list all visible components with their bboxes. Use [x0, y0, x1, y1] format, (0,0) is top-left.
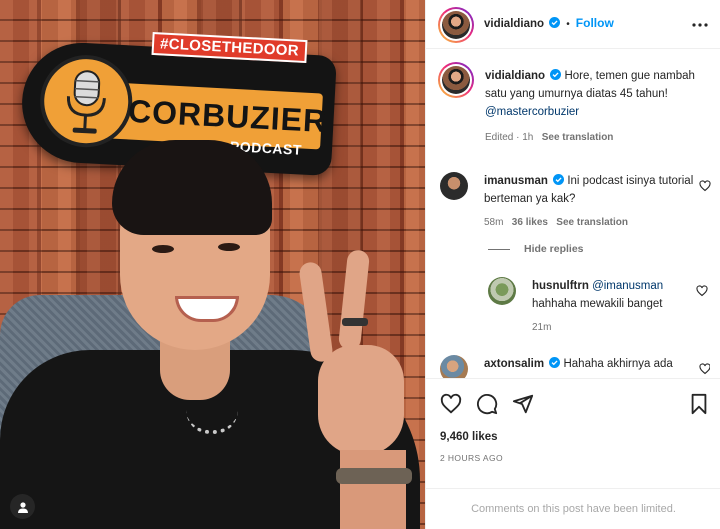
- comment-avatar[interactable]: [440, 172, 468, 200]
- heart-icon[interactable]: [440, 393, 462, 415]
- reply-mention[interactable]: @imanusman: [592, 280, 663, 292]
- comment-icon[interactable]: [476, 393, 498, 415]
- post-image[interactable]: #CLOSETHEDOOR CORBUZIER PODCAST: [0, 0, 425, 529]
- hide-replies-toggle[interactable]: Hide replies: [488, 243, 584, 255]
- microphone-icon: [66, 70, 106, 134]
- bracelet: [336, 468, 412, 484]
- user-tag-icon: [17, 501, 28, 513]
- heart-icon[interactable]: [696, 285, 708, 297]
- reply-body: husnulftrn @imanusman hahhaha mewakili b…: [532, 277, 697, 337]
- share-icon[interactable]: [512, 393, 534, 415]
- caption-username[interactable]: vidialdiano: [485, 70, 545, 82]
- comment-see-translation[interactable]: See translation: [556, 217, 628, 228]
- heart-icon[interactable]: [699, 363, 710, 375]
- comment-text: Hahaha akhirnya ada: [563, 358, 673, 370]
- middle-finger: [337, 249, 371, 351]
- header-user-row: vidialdiano • Follow: [484, 16, 614, 30]
- comment-item: axtonsalim Hahaha akhirnya ada: [440, 355, 710, 378]
- likes-count[interactable]: 9,460 likes: [440, 431, 498, 443]
- comments-limited-notice: Comments on this post have been limited.: [426, 488, 720, 529]
- post-header: vidialdiano • Follow: [426, 0, 720, 49]
- comment-meta: 58m 36 likes See translation: [484, 214, 694, 232]
- caption-see-translation[interactable]: See translation: [542, 132, 614, 143]
- header-username[interactable]: vidialdiano: [484, 18, 544, 30]
- more-icon[interactable]: [691, 16, 709, 34]
- verified-icon: [553, 174, 565, 185]
- finger-ring: [342, 318, 368, 326]
- right-eye: [218, 243, 240, 251]
- verified-icon: [549, 357, 561, 368]
- heart-icon[interactable]: [699, 180, 711, 192]
- reply-time: 21m: [532, 322, 552, 333]
- post-actions: 9,460 likes 2 HOURS AGO Comments on this…: [426, 378, 720, 529]
- header-avatar[interactable]: [438, 7, 474, 43]
- caption-body: vidialdiano Hore, temen gue nambah satu …: [485, 67, 710, 147]
- reply-avatar[interactable]: [488, 277, 516, 305]
- caption-avatar[interactable]: [438, 62, 474, 98]
- reply-username[interactable]: husnulftrn: [532, 280, 589, 292]
- post-time: 2 HOURS AGO: [440, 453, 503, 463]
- comment-likes[interactable]: 36 likes: [512, 217, 548, 228]
- caption-mention[interactable]: @mastercorbuzier: [485, 106, 579, 118]
- reply-meta: 21m: [532, 319, 697, 337]
- wrist: [340, 450, 406, 529]
- caption-meta: Edited · 1h See translation: [485, 129, 710, 147]
- verified-icon: [549, 17, 561, 28]
- comment-username[interactable]: axtonsalim: [484, 358, 544, 370]
- comment-avatar[interactable]: [440, 355, 468, 378]
- comment-body: imanusman Ini podcast isinya tutorial be…: [484, 172, 694, 232]
- hide-replies-label: Hide replies: [524, 243, 584, 255]
- caption-time: Edited · 1h: [485, 132, 534, 143]
- left-eye: [152, 245, 174, 253]
- person-hair: [112, 140, 272, 235]
- follow-button[interactable]: Follow: [576, 16, 614, 30]
- comment-time: 58m: [484, 217, 504, 228]
- bookmark-icon[interactable]: [688, 393, 710, 415]
- peace-hand: [318, 345, 404, 455]
- separator-dot: •: [566, 19, 570, 30]
- user-tag-button[interactable]: [10, 494, 35, 519]
- post-side-panel: vidialdiano • Follow vidialdiano Hore, t…: [425, 0, 720, 529]
- comment-body: axtonsalim Hahaha akhirnya ada: [484, 355, 694, 373]
- reply-text: hahhaha mewakili banget: [532, 298, 663, 310]
- verified-icon: [550, 69, 562, 80]
- comment-username[interactable]: imanusman: [484, 175, 548, 187]
